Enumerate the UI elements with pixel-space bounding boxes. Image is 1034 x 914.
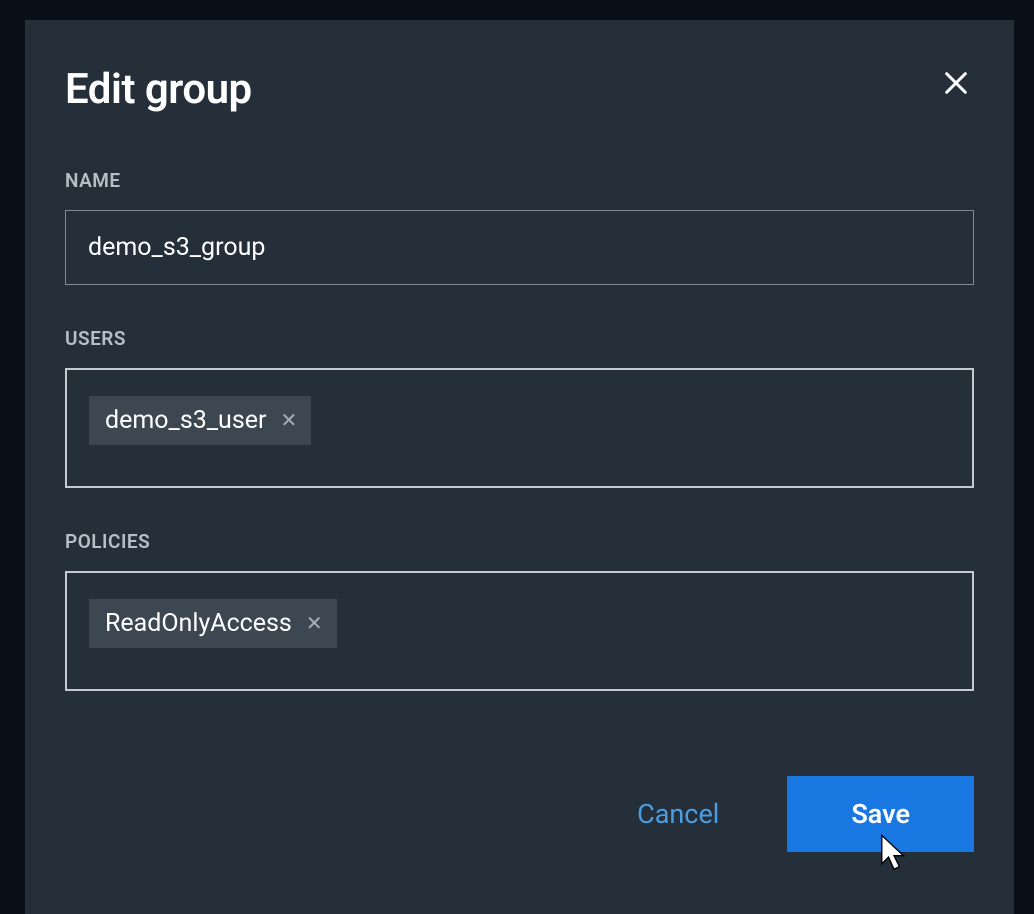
policies-input[interactable]: ReadOnlyAccess ✕ [65,571,974,691]
cancel-button[interactable]: Cancel [617,788,739,840]
policy-tag: ReadOnlyAccess ✕ [89,599,337,648]
name-field-group: NAME [65,169,974,285]
modal-header: Edit group [65,65,974,114]
users-label: USERS [65,327,974,350]
user-tag: demo_s3_user ✕ [89,396,311,445]
remove-user-button[interactable]: ✕ [280,411,297,431]
users-input[interactable]: demo_s3_user ✕ [65,368,974,488]
policy-tag-label: ReadOnlyAccess [105,609,292,638]
policies-label: POLICIES [65,530,974,553]
modal-footer: Cancel Save [65,776,974,852]
close-button[interactable] [938,65,974,101]
edit-group-modal: Edit group NAME USERS demo_s3_user ✕ POL… [25,20,1014,914]
close-icon [942,69,970,97]
name-input[interactable] [65,210,974,285]
remove-icon: ✕ [280,411,297,431]
policies-field-group: POLICIES ReadOnlyAccess ✕ [65,530,974,691]
remove-icon: ✕ [306,614,323,634]
name-label: NAME [65,169,974,192]
remove-policy-button[interactable]: ✕ [306,614,323,634]
user-tag-label: demo_s3_user [105,406,266,435]
users-field-group: USERS demo_s3_user ✕ [65,327,974,488]
save-button[interactable]: Save [787,776,974,852]
modal-title: Edit group [65,65,252,114]
